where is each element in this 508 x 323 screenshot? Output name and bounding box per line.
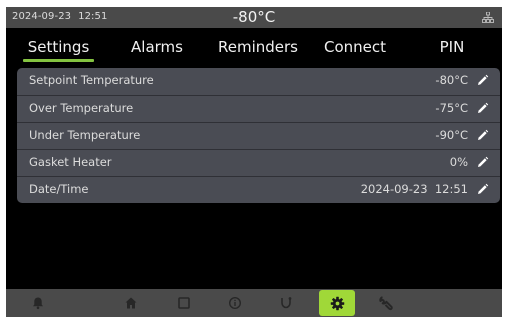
- edit-pencil-icon[interactable]: [476, 74, 489, 87]
- setting-label: Date/Time: [29, 182, 89, 196]
- nav-probe-button[interactable]: [275, 292, 297, 314]
- setting-row-setpoint-temperature[interactable]: Setpoint Temperature -80°C: [17, 68, 500, 94]
- edit-pencil-icon[interactable]: [476, 156, 489, 169]
- network-icon: [482, 12, 494, 23]
- tab-pin[interactable]: PIN: [432, 36, 472, 62]
- setting-label: Over Temperature: [29, 101, 134, 115]
- tab-connect[interactable]: Connect: [318, 36, 392, 62]
- gear-icon: [330, 296, 344, 310]
- probe-icon: [281, 297, 292, 309]
- nav-alarms-button[interactable]: [27, 292, 49, 314]
- nav-info-button[interactable]: [224, 292, 246, 314]
- device-screen: 2024-09-23 12:51 -80°C Settings Alarms Re…: [6, 7, 502, 317]
- bell-icon: [33, 297, 43, 310]
- edit-pencil-icon[interactable]: [476, 102, 489, 115]
- setting-value: 2024-09-23 12:51: [360, 182, 468, 196]
- nav-chart-button[interactable]: [173, 292, 195, 314]
- tab-settings[interactable]: Settings: [23, 36, 94, 62]
- setting-value: -75°C: [435, 101, 468, 115]
- settings-list: Setpoint Temperature -80°C Over Temperat…: [17, 68, 500, 203]
- setting-value: -80°C: [435, 73, 468, 87]
- status-bar: 2024-09-23 12:51 -80°C: [6, 7, 502, 28]
- setting-row-gasket-heater[interactable]: Gasket Heater 0%: [17, 150, 500, 176]
- setting-row-date-time[interactable]: Date/Time 2024-09-23 12:51: [17, 177, 500, 203]
- setting-label: Setpoint Temperature: [29, 73, 154, 87]
- home-icon: [125, 297, 137, 309]
- tab-bar: Settings Alarms Reminders Connect PIN: [6, 33, 502, 63]
- setting-row-under-temperature[interactable]: Under Temperature -90°C: [17, 123, 500, 149]
- wrench-icon: [378, 295, 393, 310]
- tab-reminders[interactable]: Reminders: [214, 36, 302, 62]
- nav-home-button[interactable]: [120, 292, 142, 314]
- info-icon: [228, 296, 242, 310]
- setting-label: Gasket Heater: [29, 155, 112, 169]
- edit-pencil-icon[interactable]: [476, 183, 489, 196]
- current-temperature: -80°C: [232, 8, 276, 26]
- setting-value: 0%: [449, 155, 468, 169]
- chart-icon: [178, 297, 190, 309]
- setting-label: Under Temperature: [29, 128, 141, 142]
- setting-row-over-temperature[interactable]: Over Temperature -75°C: [17, 96, 500, 122]
- nav-settings-button[interactable]: [319, 290, 355, 316]
- tab-alarms[interactable]: Alarms: [126, 36, 188, 62]
- nav-service-button[interactable]: [375, 292, 397, 314]
- edit-pencil-icon[interactable]: [476, 129, 489, 142]
- setting-value: -90°C: [435, 128, 468, 142]
- bottom-nav: [6, 289, 502, 317]
